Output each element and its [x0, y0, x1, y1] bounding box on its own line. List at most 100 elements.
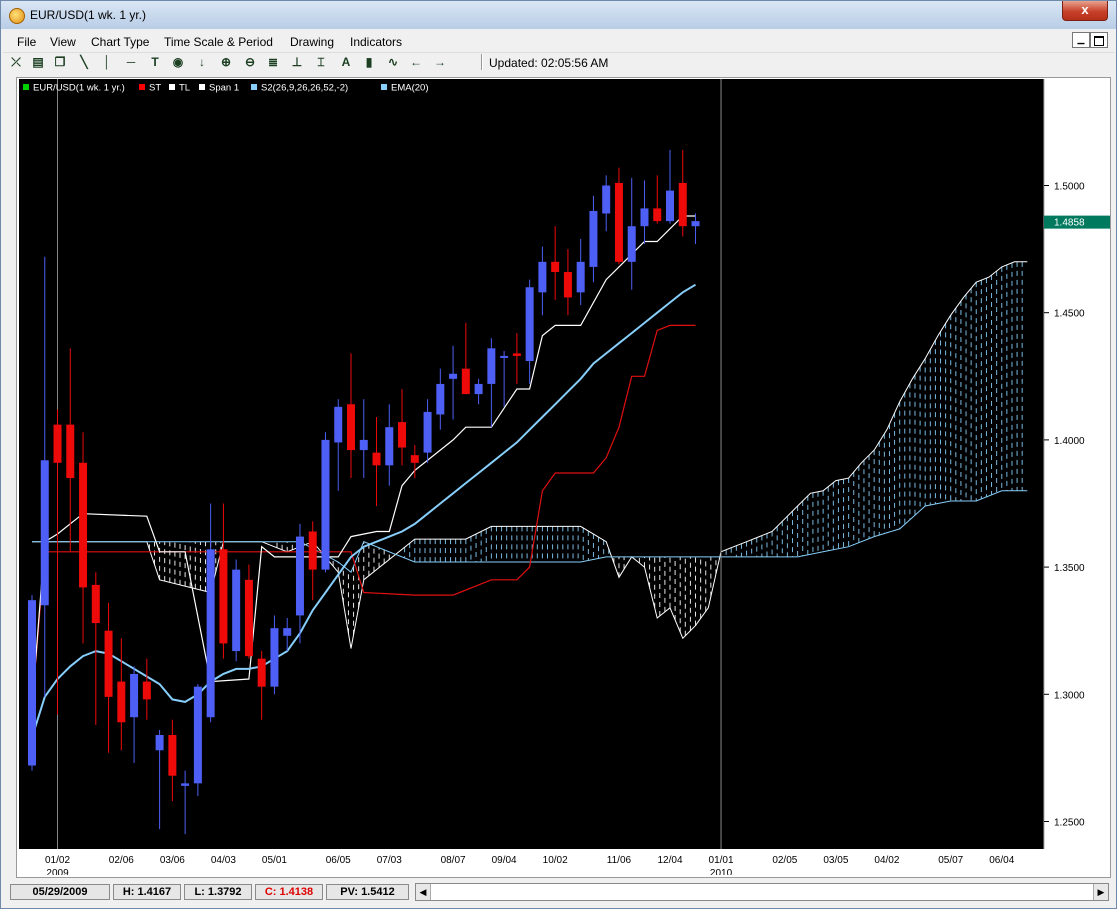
title-bar[interactable]: EUR/USD(1 wk. 1 yr.) x: [1, 1, 1116, 29]
horizontal-scrollbar[interactable]: ◀ ▶: [415, 883, 1109, 901]
crosshair-icon[interactable]: ⤫: [7, 54, 25, 70]
candle-body: [666, 190, 674, 222]
wave-icon[interactable]: ∿: [384, 54, 402, 70]
minimize-button[interactable]: ▁: [1072, 32, 1090, 48]
candle-body: [79, 462, 88, 588]
fibonacci-icon[interactable]: ≣: [264, 54, 282, 70]
candle-body: [474, 383, 483, 395]
candle-body: [321, 439, 330, 570]
candle-body: [423, 411, 432, 453]
measure-icon[interactable]: ⊥: [288, 54, 306, 70]
menu-time-scale[interactable]: Time Scale & Period: [164, 35, 273, 49]
candle-body: [334, 406, 343, 443]
candle-body: [449, 373, 458, 379]
y-tick-label: 1.4500: [1054, 309, 1085, 320]
candle-body: [142, 681, 151, 700]
price-chart[interactable]: 1.5000 1.4500 1.4000 1.3500 1.3000 1.2500 1.48…: [19, 79, 1110, 875]
zoom-out-icon[interactable]: ⊖: [241, 54, 259, 70]
candle-body: [551, 261, 560, 272]
menu-file[interactable]: File: [17, 35, 36, 49]
candle-body: [295, 536, 304, 616]
legend-swatch: [139, 84, 145, 90]
circle-icon[interactable]: ◉: [169, 54, 187, 70]
arrow-down-icon[interactable]: ↓: [193, 54, 211, 70]
horizontal-line-icon[interactable]: ─: [122, 54, 140, 70]
last-price-label: 1.4858: [1054, 218, 1085, 229]
candle-body: [627, 226, 636, 262]
candle-body: [678, 182, 687, 227]
trendline-icon[interactable]: ╲: [75, 54, 93, 70]
candle-body: [91, 584, 100, 624]
status-bar: 05/29/2009 H: 1.4167 L: 1.3792 C: 1.4138…: [7, 882, 1111, 903]
candle-body: [155, 735, 164, 751]
candle-body: [385, 427, 394, 466]
candle-body: [219, 549, 228, 644]
legend-swatch: [199, 84, 205, 90]
x-tick-label: 06/04: [989, 855, 1014, 866]
close-button[interactable]: x: [1062, 1, 1108, 21]
x-year-label: 2010: [710, 868, 733, 875]
candle-body: [563, 271, 572, 298]
y-tick-label: 1.3000: [1054, 690, 1085, 701]
menu-bar: File View Chart Type Time Scale & Period…: [3, 31, 1114, 51]
menu-indicators[interactable]: Indicators: [350, 35, 402, 49]
candle-body: [576, 261, 585, 293]
legend-label: TL: [179, 83, 190, 94]
candle-body: [130, 673, 139, 718]
copy-icon[interactable]: ❐: [51, 54, 69, 70]
bar-chart-icon[interactable]: ▮: [360, 54, 378, 70]
menu-chart-type[interactable]: Chart Type: [91, 35, 149, 49]
legend-swatch: [23, 84, 29, 90]
candle-body: [538, 261, 547, 293]
candle-body: [653, 208, 662, 222]
updated-time: Updated: 02:05:56 AM: [489, 56, 609, 70]
x-tick-label: 11/06: [607, 855, 632, 866]
annotation-icon[interactable]: ⌶: [312, 54, 330, 70]
candle-body: [232, 569, 241, 652]
y-axis-panel: [1044, 79, 1110, 849]
text-icon[interactable]: T: [146, 54, 164, 70]
zoom-in-icon[interactable]: ⊕: [217, 54, 235, 70]
app-logo-icon: [9, 8, 25, 24]
legend-swatch: [381, 84, 387, 90]
candle-body: [104, 630, 113, 697]
x-tick-label: 04/03: [211, 855, 236, 866]
x-tick-label: 10/02: [543, 855, 568, 866]
legend-swatch: [251, 84, 257, 90]
x-tick-label: 09/04: [492, 855, 517, 866]
menu-drawing[interactable]: Drawing: [290, 35, 334, 49]
y-tick-label: 1.4000: [1054, 436, 1085, 447]
status-low: L: 1.3792: [184, 884, 252, 900]
status-date: 05/29/2009: [10, 884, 110, 900]
candle-body: [589, 210, 598, 267]
candle-body: [372, 452, 381, 466]
candle-body: [359, 439, 368, 451]
scroll-left-icon[interactable]: ◀: [416, 884, 431, 900]
legend-label: ST: [149, 83, 161, 94]
restore-button[interactable]: [1090, 32, 1108, 48]
candle-body: [398, 422, 407, 448]
candle-body: [461, 368, 470, 395]
vertical-line-icon[interactable]: │: [98, 54, 116, 70]
arrow-right-icon[interactable]: →: [431, 54, 449, 70]
x-tick-label: 03/05: [823, 855, 848, 866]
window-title: EUR/USD(1 wk. 1 yr.): [30, 8, 147, 22]
menu-view[interactable]: View: [50, 35, 76, 49]
legend-label: EUR/USD(1 wk. 1 yr.): [33, 83, 125, 94]
x-year-label: 2009: [46, 868, 69, 875]
candle-body: [168, 735, 177, 776]
x-tick-label: 01/01: [709, 855, 734, 866]
candle-body: [487, 348, 496, 384]
chart-window: EUR/USD(1 wk. 1 yr.) x File View Chart T…: [0, 0, 1117, 909]
print-icon[interactable]: ▤: [29, 54, 47, 70]
candle-body: [308, 531, 317, 570]
arrow-left-icon[interactable]: ←: [407, 54, 425, 70]
candle-body: [602, 185, 611, 214]
x-tick-label: 08/07: [441, 855, 466, 866]
candle-body: [28, 600, 36, 766]
candle-body: [640, 208, 649, 227]
candle-body: [436, 383, 445, 415]
font-icon[interactable]: A: [337, 54, 355, 70]
scroll-right-icon[interactable]: ▶: [1093, 884, 1108, 900]
y-tick-label: 1.2500: [1054, 818, 1085, 829]
